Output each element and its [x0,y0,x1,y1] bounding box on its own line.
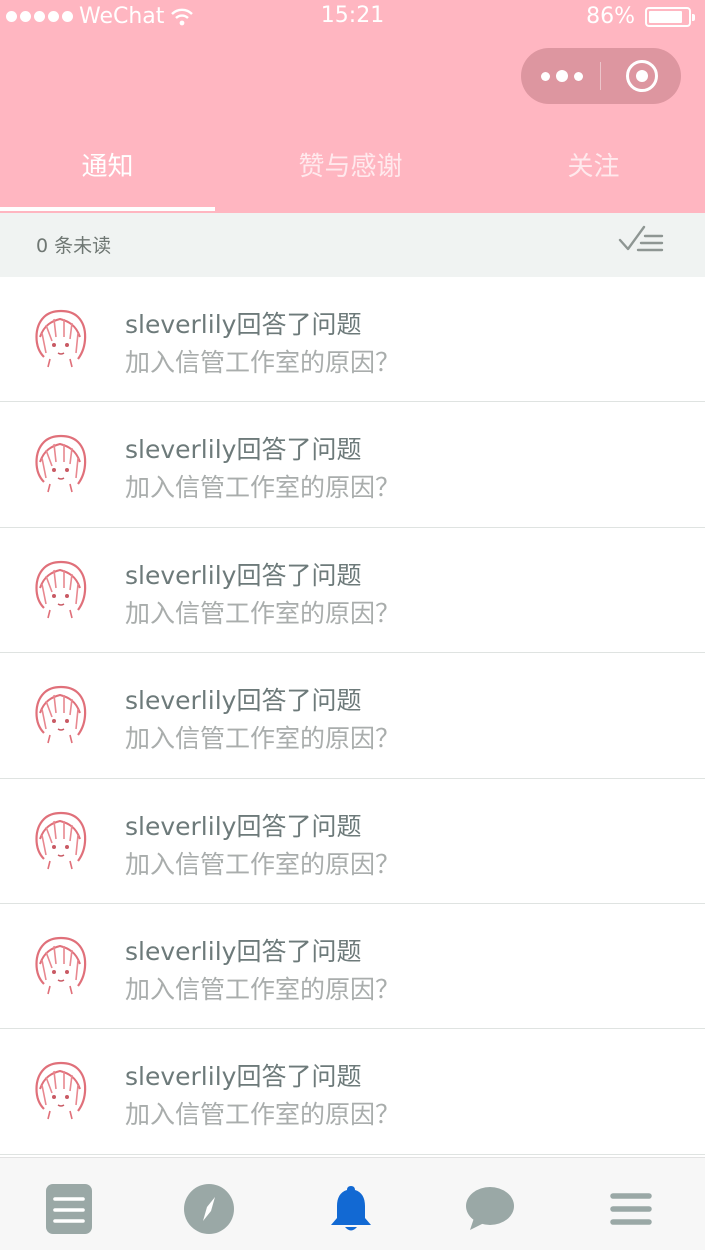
close-target-icon[interactable] [626,60,658,92]
bottom-nav [0,1157,705,1250]
notification-title: sleverlily回答了问题 [125,560,362,590]
tab-follow[interactable]: 关注 [486,146,701,183]
capsule-divider [600,62,601,90]
notification-title: sleverlily回答了问题 [125,310,362,339]
avatar [35,1062,87,1120]
mini-program-capsule [521,48,681,104]
menu-icon[interactable] [605,1184,657,1234]
status-bar: WeChat 15:21 86% [0,0,705,34]
notification-subtitle: 加入信管工作室的原因？ [125,849,401,879]
notification-title: sleverlily回答了问题 [125,435,362,465]
notification-subtitle: 加入信管工作室的原因？ [125,348,401,377]
notification-list: sleverlily回答了问题 加入信管工作室的原因？ sleverlily回答… [0,277,705,1155]
compass-icon[interactable] [183,1184,235,1234]
notification-subtitle: 加入信管工作室的原因？ [125,724,401,754]
notification-item[interactable]: sleverlily回答了问题 加入信管工作室的原因？ [0,778,705,904]
notification-item[interactable]: sleverlily回答了问题 加入信管工作室的原因？ [0,402,705,528]
more-icon[interactable] [541,69,583,83]
notification-item[interactable]: sleverlily回答了问题 加入信管工作室的原因？ [0,1029,705,1155]
list-icon[interactable] [43,1184,95,1234]
unread-count: 0 条未读 [36,235,112,257]
header: WeChat 15:21 86% 通知 赞与感谢 关注 [0,0,705,213]
notification-title: sleverlily回答了问题 [125,1062,362,1092]
notification-item[interactable]: sleverlily回答了问题 加入信管工作室的原因？ [0,527,705,654]
notification-item[interactable]: sleverlily回答了问题 加入信管工作室的原因？ [0,903,705,1030]
notification-title: sleverlily回答了问题 [125,936,362,966]
tab-bar: 通知 赞与感谢 关注 [0,130,705,213]
battery-icon [645,6,695,27]
battery-percent: 86% [586,4,635,29]
avatar [35,936,87,995]
check-list-icon[interactable] [618,224,664,254]
notification-title: sleverlily回答了问题 [125,686,362,716]
notification-item[interactable]: sleverlily回答了问题 加入信管工作室的原因？ [0,277,705,403]
notification-item[interactable]: sleverlily回答了问题 加入信管工作室的原因？ [0,653,705,779]
chat-bubble-icon[interactable] [464,1184,516,1234]
avatar [35,811,87,869]
notification-subtitle: 加入信管工作室的原因？ [125,1100,401,1130]
unread-bar: 0 条未读 [0,213,705,277]
notification-title: sleverlily回答了问题 [125,811,362,841]
notification-subtitle: 加入信管工作室的原因？ [125,974,401,1004]
avatar [35,309,87,368]
notification-subtitle: 加入信管工作室的原因？ [125,473,401,503]
avatar [35,435,87,493]
notification-subtitle: 加入信管工作室的原因？ [125,598,401,628]
avatar [35,560,87,618]
tab-notifications[interactable]: 通知 [0,146,215,183]
tab-likes-thanks[interactable]: 赞与感谢 [243,146,458,183]
bell-icon[interactable] [325,1184,377,1234]
avatar [35,686,87,744]
tab-active-indicator [0,207,215,211]
